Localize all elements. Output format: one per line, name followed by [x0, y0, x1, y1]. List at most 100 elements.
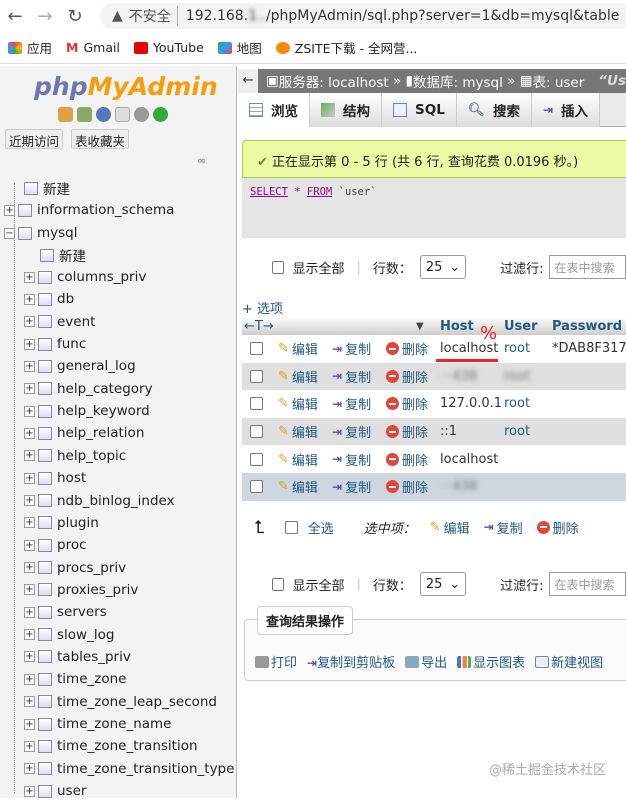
- reload-icon[interactable]: ↻: [60, 6, 90, 27]
- tree-item-table-time-zone-transition-type[interactable]: + time_zone_transition_type: [24, 759, 234, 779]
- bookmark-gmail[interactable]: M Gmail: [66, 40, 120, 55]
- rows-select[interactable]: 25 ⌄: [419, 255, 467, 279]
- tree-item-table-tables-priv[interactable]: + tables_priv: [24, 647, 131, 667]
- tree-item-mysql-new[interactable]: 新建: [26, 245, 86, 265]
- reload-navigation-icon[interactable]: [153, 107, 168, 122]
- delete-button[interactable]: 删除: [386, 367, 428, 386]
- expand-icon[interactable]: +: [24, 740, 35, 752]
- select-all-label[interactable]: 全选: [308, 518, 334, 537]
- row-checkbox[interactable]: [250, 425, 263, 439]
- expand-icon[interactable]: +: [4, 204, 15, 216]
- cell-host[interactable]: ···438: [440, 369, 477, 384]
- tab-insert[interactable]: ⇥ 插入: [531, 93, 601, 127]
- tree-item-new[interactable]: 新建: [10, 178, 70, 198]
- tree-item-table-time-zone-leap-second[interactable]: + time_zone_leap_second: [24, 692, 217, 712]
- create-view-button[interactable]: 新建视图: [535, 652, 603, 671]
- tree-item-table-event[interactable]: + event: [24, 312, 95, 332]
- settings-icon[interactable]: [134, 107, 149, 122]
- tree-item-table-func[interactable]: + func: [24, 334, 86, 354]
- copy-button[interactable]: ⇥ 复制: [332, 422, 371, 442]
- expand-icon[interactable]: +: [24, 383, 35, 395]
- favorites-tab[interactable]: 表收藏夹: [71, 129, 130, 149]
- edit-button[interactable]: ✎ 编辑: [278, 450, 318, 469]
- bookmark-youtube[interactable]: YouTube: [133, 40, 204, 55]
- collapse-arrow-icon[interactable]: ←: [238, 69, 259, 93]
- tab-structure[interactable]: 结构: [310, 93, 382, 127]
- column-host[interactable]: Host: [440, 319, 474, 334]
- delete-button[interactable]: 删除: [386, 450, 428, 469]
- tree-item-mysql[interactable]: − mysql: [4, 223, 78, 243]
- tree-item-table-general-log[interactable]: + general_log: [24, 356, 136, 376]
- breadcrumb-server[interactable]: 服务器: localhost: [279, 71, 389, 91]
- tree-item-table-help-keyword[interactable]: + help_keyword: [24, 401, 150, 421]
- tab-search[interactable]: 🔍︎ 搜索: [456, 93, 532, 127]
- phpmyadmin-logo[interactable]: phpMyAdmin: [34, 72, 218, 101]
- export-button[interactable]: 导出: [405, 652, 447, 671]
- column-password[interactable]: Password: [552, 319, 622, 334]
- expand-icon[interactable]: +: [24, 718, 35, 730]
- expand-icon[interactable]: +: [24, 651, 35, 663]
- row-checkbox[interactable]: [250, 342, 263, 356]
- expand-icon[interactable]: +: [24, 360, 35, 372]
- delete-button[interactable]: 删除: [386, 422, 428, 441]
- show-all-checkbox[interactable]: [272, 260, 285, 274]
- tree-item-table-procs-priv[interactable]: + procs_priv: [24, 558, 126, 578]
- tree-item-table-help-relation[interactable]: + help_relation: [24, 423, 144, 443]
- tree-item-table-time-zone-transition[interactable]: + time_zone_transition: [24, 736, 198, 756]
- expand-icon[interactable]: +: [24, 539, 35, 551]
- sort-dropdown-icon[interactable]: ▼: [416, 321, 424, 332]
- tree-item-table-user[interactable]: + user: [24, 781, 86, 801]
- logout-icon[interactable]: [77, 107, 92, 122]
- tab-sql[interactable]: SQL: [382, 93, 457, 127]
- edit-button[interactable]: ✎ 编辑: [278, 339, 318, 358]
- cell-user[interactable]: root: [504, 369, 530, 384]
- forward-icon[interactable]: →: [30, 6, 60, 27]
- copy-button[interactable]: ⇥ 复制: [332, 450, 371, 469]
- sql-select[interactable]: SELECT: [250, 186, 288, 198]
- row-checkbox[interactable]: [250, 480, 263, 494]
- edit-button[interactable]: ✎ 编辑: [278, 367, 318, 386]
- expand-icon[interactable]: +: [24, 562, 35, 574]
- tree-item-table-proxies-priv[interactable]: + proxies_priv: [24, 580, 138, 600]
- edit-button[interactable]: ✎ 编辑: [278, 422, 318, 441]
- bookmark-zsite[interactable]: ZSITE下载 - 全网营...: [275, 38, 417, 57]
- bookmark-apps[interactable]: 应用: [8, 38, 52, 57]
- expand-icon[interactable]: +: [24, 696, 35, 708]
- filter-input[interactable]: 在表中搜索: [549, 572, 626, 596]
- expand-icon[interactable]: +: [24, 517, 35, 529]
- bookmark-maps[interactable]: 地图: [217, 38, 262, 57]
- cell-password[interactable]: *DAB8F317: [552, 341, 626, 356]
- expand-icon[interactable]: +: [24, 763, 35, 775]
- tree-item-table-host[interactable]: + host: [24, 468, 86, 488]
- tree-item-information-schema[interactable]: + information_schema: [4, 200, 174, 220]
- copy-button[interactable]: ⇥ 复制: [332, 394, 371, 414]
- cell-user[interactable]: root: [504, 424, 530, 439]
- recent-tab[interactable]: 近期访问: [5, 129, 64, 149]
- cell-host[interactable]: 127.0.0.1: [440, 396, 502, 411]
- link-icon[interactable]: ∞: [197, 154, 206, 167]
- expand-icon[interactable]: +: [24, 584, 35, 596]
- cell-host[interactable]: ::1: [440, 424, 457, 439]
- column-resize-arrows-icon[interactable]: ←T→: [244, 319, 274, 334]
- row-checkbox[interactable]: [250, 397, 263, 411]
- breadcrumb-table[interactable]: 表: user: [533, 71, 585, 91]
- cell-host[interactable]: ···438: [440, 479, 477, 494]
- cell-user[interactable]: root: [504, 341, 530, 356]
- tree-item-table-help-topic[interactable]: + help_topic: [24, 446, 126, 466]
- row-checkbox[interactable]: [250, 369, 263, 383]
- expand-icon[interactable]: +: [24, 472, 35, 484]
- options-link[interactable]: + 选项: [242, 298, 283, 317]
- rows-select[interactable]: 25 ⌄: [419, 572, 467, 596]
- cell-host[interactable]: localhost: [440, 452, 498, 467]
- home-icon[interactable]: [58, 107, 73, 122]
- back-icon[interactable]: ←: [0, 6, 30, 27]
- cell-user[interactable]: root: [504, 396, 530, 411]
- expand-icon[interactable]: +: [24, 316, 35, 328]
- expand-icon[interactable]: +: [24, 338, 35, 350]
- sql-from[interactable]: FROM: [307, 186, 332, 198]
- help-icon[interactable]: [96, 107, 111, 122]
- print-button[interactable]: 打印: [255, 652, 297, 671]
- copy-clipboard-button[interactable]: ⇥复制到剪贴板: [307, 652, 395, 671]
- bulk-edit-button[interactable]: ✎ 编辑: [430, 518, 470, 537]
- breadcrumb-db[interactable]: 数据库: mysql: [413, 71, 503, 91]
